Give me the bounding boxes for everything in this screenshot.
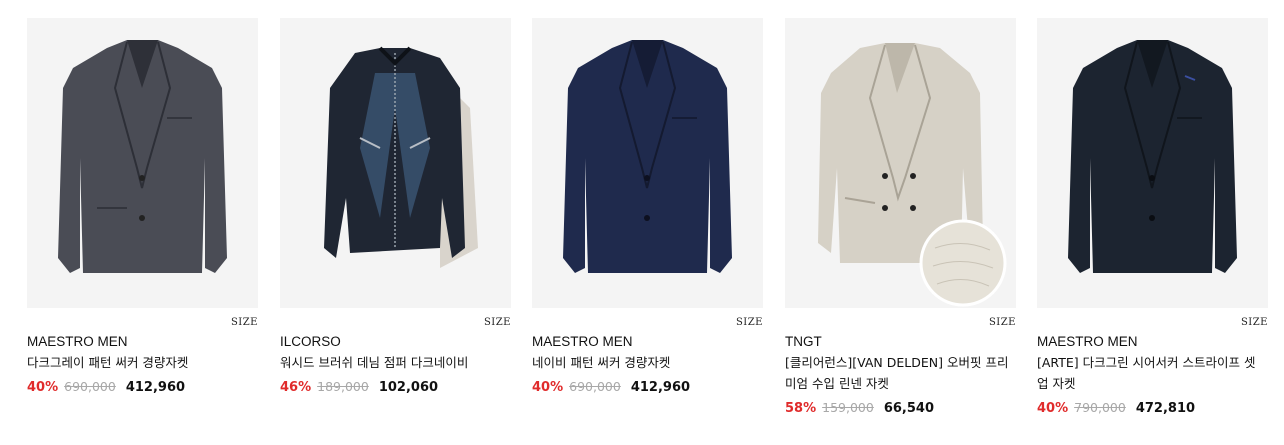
product-brand[interactable]: ILCORSO bbox=[280, 332, 511, 351]
price-row: 58% 159,000 66,540 bbox=[785, 400, 1016, 416]
product-card[interactable]: SIZE TNGT [클리어런스][VAN DELDEN] 오버핏 프리미엄 수… bbox=[785, 18, 1016, 416]
sale-price: 412,960 bbox=[630, 380, 691, 395]
product-name[interactable]: [클리어런스][VAN DELDEN] 오버핏 프리미엄 수입 린넨 자켓 bbox=[785, 352, 1013, 394]
size-link[interactable]: SIZE bbox=[1241, 317, 1268, 328]
size-link[interactable]: SIZE bbox=[989, 317, 1016, 328]
price-row: 40% 790,000 472,810 bbox=[1037, 400, 1268, 416]
product-name[interactable]: 네이비 패턴 써커 경량자켓 bbox=[532, 352, 760, 373]
sale-price: 66,540 bbox=[883, 401, 934, 416]
product-brand[interactable]: MAESTRO MEN bbox=[532, 332, 763, 351]
original-price: 189,000 bbox=[317, 379, 369, 394]
sale-price: 102,060 bbox=[378, 380, 439, 395]
price-row: 46% 189,000 102,060 bbox=[280, 379, 511, 395]
original-price: 690,000 bbox=[64, 379, 116, 394]
jacket-navy-icon bbox=[563, 40, 732, 273]
original-price: 690,000 bbox=[569, 379, 621, 394]
product-image[interactable] bbox=[532, 18, 763, 308]
product-image[interactable] bbox=[280, 18, 511, 308]
original-price: 790,000 bbox=[1074, 400, 1126, 415]
jacket-linen-beige-icon bbox=[818, 43, 1007, 307]
product-card[interactable]: SIZE ILCORSO 워시드 브러쉬 데님 점퍼 다크네이비 46% 189… bbox=[280, 18, 511, 395]
product-image[interactable] bbox=[27, 18, 258, 308]
product-brand[interactable]: MAESTRO MEN bbox=[27, 332, 258, 351]
product-image[interactable] bbox=[1037, 18, 1268, 308]
product-card[interactable]: SIZE MAESTRO MEN 네이비 패턴 써커 경량자켓 40% 690,… bbox=[532, 18, 763, 395]
size-link[interactable]: SIZE bbox=[231, 317, 258, 328]
product-grid: SIZE MAESTRO MEN 다크그레이 패턴 써커 경량자켓 40% 69… bbox=[0, 0, 1284, 445]
product-card[interactable]: SIZE MAESTRO MEN 다크그레이 패턴 써커 경량자켓 40% 69… bbox=[27, 18, 258, 395]
discount-rate: 40% bbox=[27, 380, 59, 395]
jacket-dark-green-icon bbox=[1068, 40, 1237, 273]
jacket-dark-gray-icon bbox=[58, 40, 227, 273]
original-price: 159,000 bbox=[822, 400, 874, 415]
product-brand[interactable]: TNGT bbox=[785, 332, 1016, 351]
product-name[interactable]: 워시드 브러쉬 데님 점퍼 다크네이비 bbox=[280, 352, 508, 373]
product-name[interactable]: [ARTE] 다크그린 시어서커 스트라이프 셋업 자켓 bbox=[1037, 352, 1265, 394]
denim-jacket-icon bbox=[324, 46, 478, 268]
discount-rate: 40% bbox=[532, 380, 564, 395]
product-image[interactable] bbox=[785, 18, 1016, 308]
price-row: 40% 690,000 412,960 bbox=[27, 379, 258, 395]
discount-rate: 46% bbox=[280, 380, 312, 395]
price-row: 40% 690,000 412,960 bbox=[532, 379, 763, 395]
sale-price: 412,960 bbox=[125, 380, 186, 395]
size-link[interactable]: SIZE bbox=[484, 317, 511, 328]
size-link[interactable]: SIZE bbox=[736, 317, 763, 328]
sale-price: 472,810 bbox=[1135, 401, 1196, 416]
discount-rate: 58% bbox=[785, 401, 817, 416]
product-brand[interactable]: MAESTRO MEN bbox=[1037, 332, 1268, 351]
discount-rate: 40% bbox=[1037, 401, 1069, 416]
product-name[interactable]: 다크그레이 패턴 써커 경량자켓 bbox=[27, 352, 255, 373]
product-card[interactable]: SIZE MAESTRO MEN [ARTE] 다크그린 시어서커 스트라이프 … bbox=[1037, 18, 1268, 416]
